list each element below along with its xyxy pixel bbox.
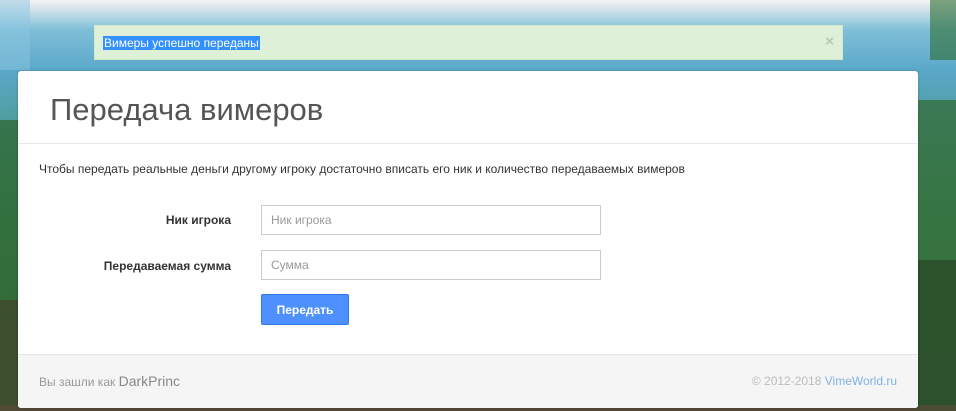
username: DarkPrinc [118,373,181,389]
close-icon[interactable]: × [825,33,834,51]
login-status: Вы зашли как DarkPrinc [39,373,180,390]
sum-input[interactable] [261,250,601,280]
success-alert: Вимеры успешно переданы × [94,25,843,60]
site-link[interactable]: VimeWorld.ru [825,374,897,388]
transfer-button[interactable]: Передать [261,294,349,325]
nick-label: Ник игрока [165,213,231,227]
copyright-text: © 2012-2018 [751,374,822,388]
sum-label: Передаваемая сумма [103,259,231,273]
copyright: © 2012-2018 VimeWorld.ru [752,373,897,389]
login-prefix: Вы зашли как [39,375,116,389]
nick-input[interactable] [261,205,601,235]
intro-text: Чтобы передать реальные деньги другому и… [39,162,685,176]
transfer-panel: Передача вимеров Чтобы передать реальные… [18,71,918,408]
title-divider [18,143,918,144]
page-title: Передача вимеров [50,92,324,127]
panel-footer: Вы зашли как DarkPrinc © 2012-2018 VimeW… [18,354,918,408]
alert-message: Вимеры успешно переданы [103,36,260,50]
